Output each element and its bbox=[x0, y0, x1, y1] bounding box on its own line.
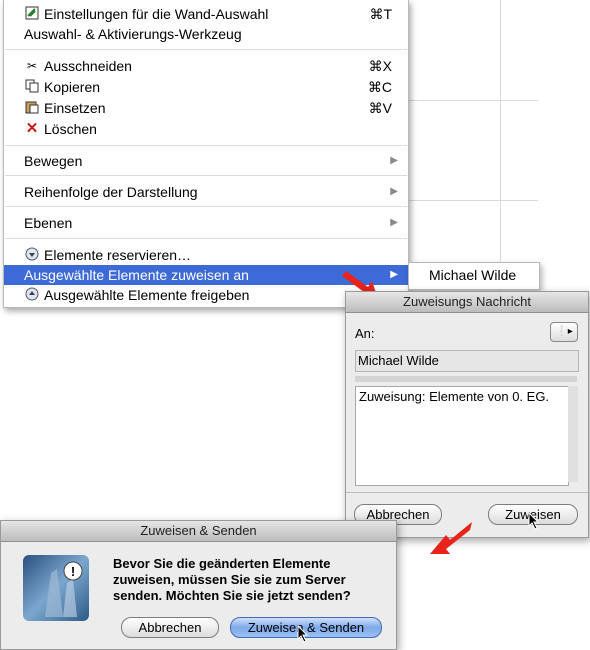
delete-x-icon: ✕ bbox=[25, 120, 39, 137]
menu-item-label: Elemente reservieren… bbox=[44, 247, 192, 263]
person-dropdown-icon: ❕▸ bbox=[555, 326, 573, 337]
dialog-title: Zuweisen & Senden bbox=[1, 521, 396, 542]
menu-item-copy[interactable]: Kopieren ⌘C bbox=[4, 77, 408, 97]
context-menu: Einstellungen für die Wand-Auswahl ⌘T Au… bbox=[3, 0, 409, 308]
app-building-icon: ! bbox=[23, 555, 89, 621]
menu-item-shortcut: ⌘X bbox=[368, 58, 392, 74]
menu-separator bbox=[5, 175, 407, 176]
menu-separator bbox=[5, 238, 407, 239]
menu-item-label: Bewegen bbox=[24, 153, 83, 169]
mouse-cursor-icon bbox=[528, 512, 540, 530]
menu-item-selection-tool[interactable]: Auswahl- & Aktivierungs-Werkzeug bbox=[4, 24, 408, 44]
menu-item-reserve[interactable]: Elemente reservieren… bbox=[4, 245, 408, 265]
reserve-down-arrow-icon bbox=[24, 247, 40, 263]
submenu-arrow-icon: ▶ bbox=[390, 269, 398, 280]
menu-item-label: Auswahl- & Aktivierungs-Werkzeug bbox=[24, 26, 242, 42]
message-textarea[interactable]: Zuweisung: Elemente von 0. EG. bbox=[355, 386, 569, 486]
cancel-button[interactable]: Abbrechen bbox=[121, 617, 219, 638]
recipient-field[interactable]: Michael Wilde bbox=[355, 350, 579, 372]
divider bbox=[346, 492, 588, 493]
wall-settings-icon bbox=[24, 6, 40, 22]
dialog-title: Zuweisungs Nachricht bbox=[346, 292, 588, 313]
menu-separator bbox=[5, 49, 407, 50]
copy-icon bbox=[24, 79, 40, 95]
menu-item-wall-settings[interactable]: Einstellungen für die Wand-Auswahl ⌘T bbox=[4, 4, 408, 24]
menu-item-label: Ebenen bbox=[24, 215, 73, 231]
release-up-arrow-icon bbox=[24, 287, 40, 303]
submenu-item-user[interactable]: Michael Wilde bbox=[429, 267, 516, 283]
menu-item-shortcut: ⌘V bbox=[368, 100, 392, 116]
menu-item-label: Reihenfolge der Darstellung bbox=[24, 184, 198, 200]
submenu-arrow-icon: ▶ bbox=[390, 217, 398, 228]
menu-item-display-order[interactable]: Reihenfolge der Darstellung ▶ bbox=[4, 182, 408, 202]
submenu-arrow-icon: ▶ bbox=[390, 186, 398, 197]
menu-item-label: Einsetzen bbox=[44, 100, 106, 116]
scrollbar[interactable] bbox=[568, 386, 578, 482]
menu-item-layers[interactable]: Ebenen ▶ bbox=[4, 213, 408, 233]
dialog-message: Bevor Sie die geänderten Elemente zuweis… bbox=[113, 556, 351, 603]
paste-icon bbox=[24, 100, 40, 116]
menu-item-move[interactable]: Bewegen ▶ bbox=[4, 151, 408, 171]
splitter-handle[interactable] bbox=[355, 376, 577, 382]
mouse-cursor-icon bbox=[297, 625, 309, 643]
menu-separator bbox=[5, 145, 407, 146]
menu-item-shortcut: ⌘T bbox=[369, 6, 392, 22]
menu-item-label: Ausgewählte Elemente zuweisen an bbox=[24, 267, 249, 283]
scissors-icon: ✂ bbox=[26, 59, 38, 73]
menu-item-paste[interactable]: Einsetzen ⌘V bbox=[4, 98, 408, 118]
grid-line bbox=[408, 100, 538, 101]
annotation-arrow-icon bbox=[430, 522, 472, 554]
assign-submenu: Michael Wilde bbox=[408, 262, 540, 290]
send-dialog: Zuweisen & Senden ! Bevor Sie die geände… bbox=[0, 520, 397, 650]
menu-item-label: Ausgewählte Elemente freigeben bbox=[44, 287, 250, 303]
menu-item-shortcut: ⌘C bbox=[367, 79, 392, 95]
grid-line bbox=[500, 0, 501, 300]
assign-message-dialog: Zuweisungs Nachricht An: ❕▸ Michael Wild… bbox=[345, 291, 589, 538]
recipient-picker-button[interactable]: ❕▸ bbox=[550, 322, 578, 342]
svg-text:!: ! bbox=[71, 564, 75, 579]
to-label: An: bbox=[355, 326, 375, 341]
submenu-arrow-icon: ▶ bbox=[390, 155, 398, 166]
menu-item-label: Löschen bbox=[44, 121, 97, 137]
skyscraper-icon: ! bbox=[45, 561, 83, 617]
menu-separator bbox=[5, 206, 407, 207]
menu-item-delete[interactable]: ✕ Löschen bbox=[4, 119, 408, 139]
menu-item-cut[interactable]: ✂ Ausschneiden ⌘X bbox=[4, 56, 408, 76]
menu-item-label: Ausschneiden bbox=[44, 58, 132, 74]
menu-item-label: Kopieren bbox=[44, 79, 101, 95]
menu-item-label: Einstellungen für die Wand-Auswahl bbox=[44, 6, 269, 22]
grid-line bbox=[408, 200, 538, 201]
